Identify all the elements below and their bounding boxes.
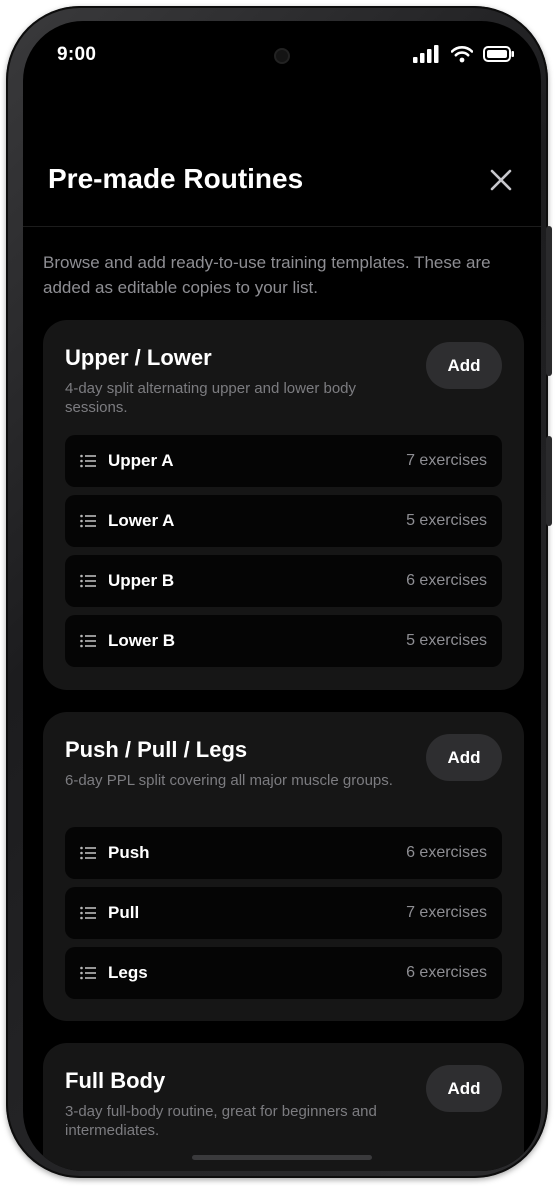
list-icon [80,634,96,648]
list-icon [80,906,96,920]
exercise-count: 7 exercises [406,904,487,921]
list-icon [80,514,96,528]
battery-icon [483,46,514,62]
exercise-count: 5 exercises [406,632,487,649]
add-routine-button[interactable]: Add [426,342,502,389]
add-routine-button[interactable]: Add [426,734,502,781]
close-icon [490,169,512,191]
sheet-header: Pre-made Routines [23,151,541,227]
day-name: Push [108,843,150,862]
page-title: Pre-made Routines [48,163,304,194]
routine-day-row[interactable]: Lower A 5 exercises [65,495,502,547]
day-name: Lower B [108,631,176,650]
routine-description: 6-day PPL split covering all major muscl… [65,772,393,789]
routine-day-row[interactable]: Lower B 5 exercises [65,615,502,667]
status-time: 9:00 [57,44,97,65]
day-name: Legs [108,963,148,982]
list-icon [80,846,96,860]
intro-text: Browse and add ready-to-use training tem… [43,253,491,297]
side-button [546,226,552,376]
routine-day-row[interactable]: Pull 7 exercises [65,887,502,939]
list-icon [80,454,96,468]
routine-day-row[interactable]: Upper A 7 exercises [65,435,502,487]
routine-title: Upper / Lower [65,345,212,370]
add-routine-button[interactable]: Add [426,1065,502,1112]
day-name: Lower A [108,511,175,530]
phone-frame: 9:00 Pre-made Routines Browse and add re… [6,6,552,1178]
day-name: Upper B [108,571,175,590]
exercise-count: 6 exercises [406,572,487,589]
home-indicator[interactable] [192,1155,372,1160]
routine-card: Upper / Lower 4-day split alternating up… [43,320,524,690]
list-icon [80,574,96,588]
routines-scroll-area[interactable]: Browse and add ready-to-use training tem… [23,228,541,1171]
routine-title: Push / Pull / Legs [65,737,248,762]
exercise-count: 7 exercises [406,452,487,469]
exercise-count: 5 exercises [406,512,487,529]
routine-day-row[interactable]: Push 6 exercises [65,827,502,879]
routine-card: Push / Pull / Legs 6-day PPL split cover… [43,712,524,1021]
routine-description: 3-day full-body routine, great for begin… [65,1103,377,1139]
status-bar: 9:00 [23,21,541,81]
cellular-signal-icon [413,45,439,63]
routine-title: Full Body [65,1068,166,1093]
close-button[interactable] [485,164,517,196]
day-name: Pull [108,903,140,922]
exercise-count: 6 exercises [406,844,487,861]
list-icon [80,966,96,980]
exercise-count: 6 exercises [406,964,487,981]
routine-card: Full Body 3-day full-body routine, great… [43,1043,524,1171]
status-icons [413,45,515,63]
routine-day-list: Push 6 exercises Pull 7 exercises Legs 6… [65,827,502,1007]
routine-day-row[interactable]: Upper B 6 exercises [65,555,502,607]
wifi-icon [451,46,473,63]
routine-day-list: Upper A 7 exercises Lower A 5 exercises [65,435,502,675]
day-name: Upper A [108,451,174,470]
front-camera [274,48,290,64]
routine-day-row[interactable]: Legs 6 exercises [65,947,502,999]
side-button [546,436,552,526]
routine-description: 4-day split alternating upper and lower … [65,380,357,416]
screen: 9:00 Pre-made Routines Browse and add re… [23,21,541,1171]
